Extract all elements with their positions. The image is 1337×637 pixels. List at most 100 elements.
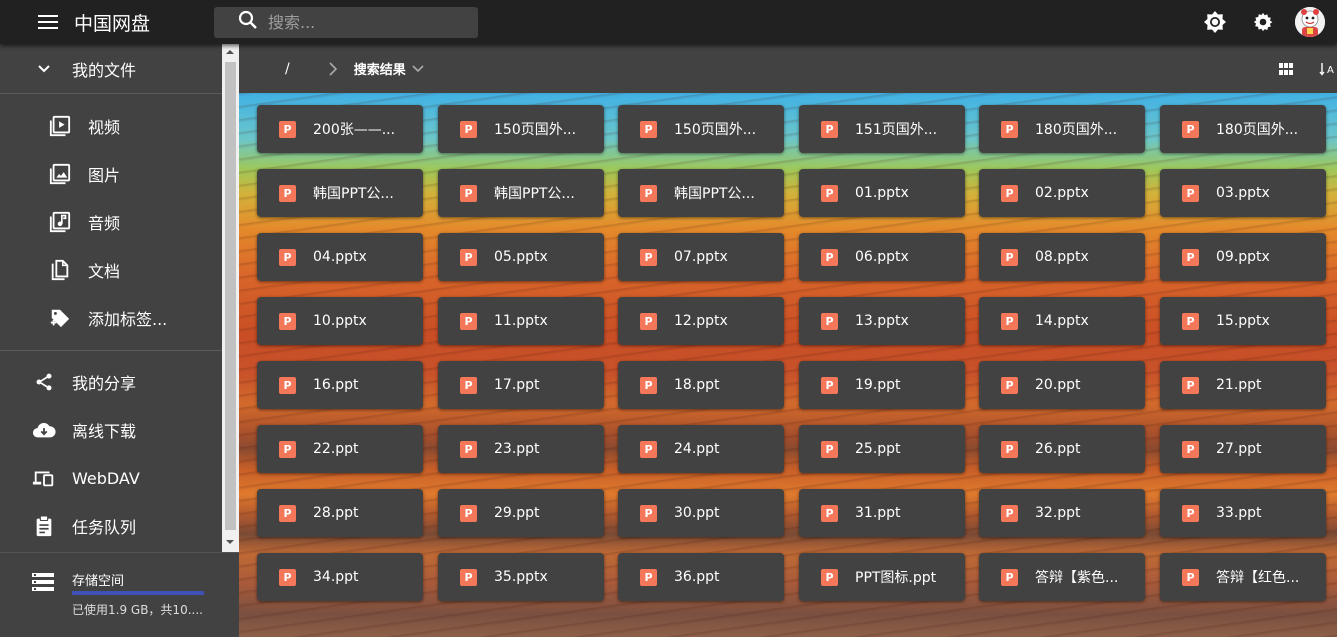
clipboard-icon	[32, 514, 56, 538]
file-card[interactable]: P 韩国PPT公...	[438, 169, 604, 217]
file-card[interactable]: P 16.ppt	[257, 361, 423, 409]
settings-gear-icon[interactable]	[1249, 8, 1277, 36]
ppt-file-icon: P	[1182, 312, 1199, 330]
file-card[interactable]: P 151页国外...	[799, 105, 965, 153]
sidebar-item-add-tag[interactable]: 添加标签...	[0, 295, 222, 341]
sidebar-item-my-files[interactable]: 我的文件	[0, 46, 222, 92]
file-name: 15.pptx	[1216, 313, 1270, 329]
breadcrumb-current[interactable]: 搜索结果	[354, 59, 406, 78]
sidebar-item-task-queue[interactable]: 任务队列	[0, 503, 222, 549]
app-bar: 中国网盘	[0, 0, 1337, 44]
breadcrumb-root[interactable]: /	[285, 61, 290, 77]
file-card[interactable]: P 22.ppt	[257, 425, 423, 473]
sidebar-item-webdav[interactable]: WebDAV	[0, 455, 222, 501]
file-name: 30.ppt	[674, 505, 720, 521]
file-card[interactable]: P 23.ppt	[438, 425, 604, 473]
sidebar-item-label: 添加标签...	[88, 310, 168, 329]
chevron-down-icon[interactable]	[412, 64, 424, 73]
file-card[interactable]: P 12.pptx	[618, 297, 784, 345]
file-card[interactable]: P 150页国外...	[438, 105, 604, 153]
chevron-down-icon[interactable]	[32, 57, 56, 81]
file-card[interactable]: P 34.ppt	[257, 553, 423, 601]
sidebar-item-images[interactable]: 图片	[0, 151, 222, 197]
scroll-thumb[interactable]	[225, 62, 236, 530]
file-card[interactable]: P 20.ppt	[979, 361, 1145, 409]
file-card[interactable]: P 35.pptx	[438, 553, 604, 601]
file-card[interactable]: P 180页国外...	[979, 105, 1145, 153]
sidebar-item-label: 视频	[88, 118, 121, 137]
file-card[interactable]: P 答辩【紫色...	[979, 553, 1145, 601]
file-name: 02.pptx	[1035, 185, 1089, 201]
ppt-file-icon: P	[279, 440, 296, 458]
menu-icon[interactable]	[26, 0, 70, 44]
file-card[interactable]: P 15.pptx	[1160, 297, 1326, 345]
file-card[interactable]: P 180页国外...	[1160, 105, 1326, 153]
file-name: 14.pptx	[1035, 313, 1089, 329]
file-card[interactable]: P 03.pptx	[1160, 169, 1326, 217]
file-card[interactable]: P PPT图标.ppt	[799, 553, 965, 601]
file-name: PPT图标.ppt	[855, 570, 937, 586]
ppt-file-icon: P	[640, 312, 657, 330]
file-card[interactable]: P 01.pptx	[799, 169, 965, 217]
file-card[interactable]: P 09.pptx	[1160, 233, 1326, 281]
file-card[interactable]: P 24.ppt	[618, 425, 784, 473]
file-card[interactable]: P 11.pptx	[438, 297, 604, 345]
file-card[interactable]: P 02.pptx	[979, 169, 1145, 217]
file-card[interactable]: P 答辩【红色...	[1160, 553, 1326, 601]
file-card[interactable]: P 04.pptx	[257, 233, 423, 281]
scroll-up-arrow-icon[interactable]	[226, 50, 234, 54]
file-card[interactable]: P 06.pptx	[799, 233, 965, 281]
file-name: 03.pptx	[1216, 185, 1270, 201]
file-card[interactable]: P 150页国外...	[618, 105, 784, 153]
sidebar-item-video[interactable]: 视频	[0, 103, 222, 149]
file-card[interactable]: P 200张——...	[257, 105, 423, 153]
file-name: 22.ppt	[313, 441, 359, 457]
file-card[interactable]: P 29.ppt	[438, 489, 604, 537]
file-card[interactable]: P 27.ppt	[1160, 425, 1326, 473]
sidebar-item-my-share[interactable]: 我的分享	[0, 359, 222, 405]
file-card[interactable]: P 韩国PPT公...	[257, 169, 423, 217]
search-box[interactable]	[214, 6, 478, 38]
ppt-file-icon: P	[821, 312, 838, 330]
file-card[interactable]: P 05.pptx	[438, 233, 604, 281]
file-card[interactable]: P 13.pptx	[799, 297, 965, 345]
sidebar-item-documents[interactable]: 文档	[0, 247, 222, 293]
sidebar-item-offline-download[interactable]: 离线下载	[0, 407, 222, 453]
file-card[interactable]: P 17.ppt	[438, 361, 604, 409]
file-card[interactable]: P 30.ppt	[618, 489, 784, 537]
file-card[interactable]: P 07.pptx	[618, 233, 784, 281]
sidebar-item-audio[interactable]: 音频	[0, 199, 222, 245]
file-name: 16.ppt	[313, 377, 359, 393]
ppt-file-icon: P	[460, 248, 477, 266]
file-name: 答辩【紫色...	[1035, 570, 1119, 586]
ppt-file-icon: P	[1182, 120, 1199, 138]
file-card[interactable]: P 10.pptx	[257, 297, 423, 345]
file-name: 韩国PPT公...	[313, 186, 394, 202]
sidebar-scrollbar[interactable]	[222, 44, 239, 552]
file-card[interactable]: P 26.ppt	[979, 425, 1145, 473]
ppt-file-icon: P	[1001, 376, 1018, 394]
file-card[interactable]: P 31.ppt	[799, 489, 965, 537]
file-card[interactable]: P 28.ppt	[257, 489, 423, 537]
file-card[interactable]: P 33.ppt	[1160, 489, 1326, 537]
file-card[interactable]: P 21.ppt	[1160, 361, 1326, 409]
file-card[interactable]: P 韩国PPT公...	[618, 169, 784, 217]
file-card[interactable]: P 08.pptx	[979, 233, 1145, 281]
file-name: 10.pptx	[313, 313, 367, 329]
file-card[interactable]: P 32.ppt	[979, 489, 1145, 537]
theme-toggle-icon[interactable]	[1201, 8, 1229, 36]
scroll-down-arrow-icon[interactable]	[226, 540, 234, 544]
grid-view-icon[interactable]	[1279, 62, 1293, 75]
search-input[interactable]	[268, 12, 468, 32]
file-card[interactable]: P 18.ppt	[618, 361, 784, 409]
file-card[interactable]: P 14.pptx	[979, 297, 1145, 345]
file-name: 09.pptx	[1216, 249, 1270, 265]
ppt-file-icon: P	[821, 568, 838, 586]
file-card[interactable]: P 25.ppt	[799, 425, 965, 473]
file-card[interactable]: P 19.ppt	[799, 361, 965, 409]
sidebar-item-label: 任务队列	[72, 518, 137, 537]
user-avatar[interactable]	[1295, 7, 1325, 37]
file-name: 答辩【红色...	[1216, 570, 1300, 586]
sort-icon[interactable]: A	[1319, 62, 1335, 76]
file-card[interactable]: P 36.ppt	[618, 553, 784, 601]
